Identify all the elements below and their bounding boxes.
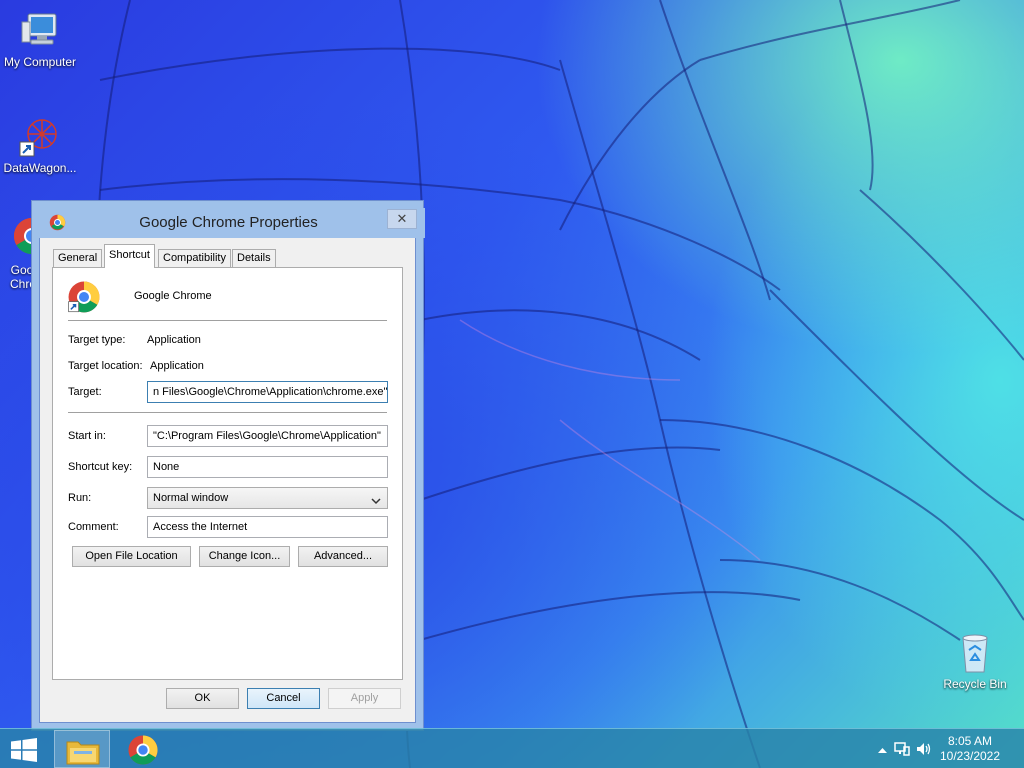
chrome-shortcut-icon	[67, 280, 101, 314]
tab-shortcut[interactable]: Shortcut	[104, 244, 155, 268]
dialog-title-bar[interactable]: Google Chrome Properties ✕	[32, 208, 425, 238]
target-input[interactable]: n Files\Google\Chrome\Application\chrome…	[147, 381, 388, 403]
shortcut-tab-pane: Google Chrome Target type: Application T…	[52, 267, 403, 680]
run-select[interactable]: Normal window	[147, 487, 388, 509]
target-type-value: Application	[147, 334, 201, 346]
target-location-label: Target location:	[68, 360, 143, 372]
open-file-location-button[interactable]: Open File Location	[72, 546, 191, 567]
change-icon-button[interactable]: Change Icon...	[199, 546, 290, 567]
tab-general[interactable]: General	[53, 249, 103, 267]
taskbar-file-explorer[interactable]	[54, 730, 110, 768]
shortcut-key-input[interactable]: None	[147, 456, 388, 478]
computer-icon	[18, 8, 62, 52]
tab-details[interactable]: Details	[232, 249, 276, 267]
desktop-icon-my-computer[interactable]: My Computer	[0, 8, 80, 69]
desktop-icon-datawagon[interactable]: DataWagon...	[0, 114, 80, 175]
start-in-label: Start in:	[68, 430, 106, 442]
properties-dialog: Google Chrome Properties ✕ General Short…	[32, 208, 425, 723]
close-icon: ✕	[396, 211, 408, 226]
show-hidden-icons-icon[interactable]	[878, 745, 887, 757]
target-label: Target:	[68, 386, 102, 398]
close-button[interactable]: ✕	[387, 209, 417, 229]
dialog-title: Google Chrome Properties	[139, 214, 318, 231]
folder-icon	[66, 737, 100, 768]
clock[interactable]: 8:05 AM 10/23/2022	[930, 734, 1010, 764]
taskbar-chrome[interactable]	[115, 730, 171, 768]
start-in-input[interactable]: "C:\Program Files\Google\Chrome\Applicat…	[147, 425, 388, 447]
comment-input[interactable]: Access the Internet	[147, 516, 388, 538]
tab-compatibility[interactable]: Compatibility	[158, 249, 231, 267]
ok-button[interactable]: OK	[166, 688, 239, 709]
desktop-icon-label: DataWagon...	[3, 161, 77, 175]
system-tray: 8:05 AM 10/23/2022	[864, 729, 1024, 768]
start-button[interactable]	[10, 738, 38, 762]
cancel-button[interactable]: Cancel	[247, 688, 320, 709]
separator	[68, 320, 387, 321]
apply-button[interactable]: Apply	[328, 688, 401, 709]
advanced-button[interactable]: Advanced...	[298, 546, 388, 567]
target-type-label: Target type:	[68, 334, 126, 346]
datawagon-icon	[18, 114, 62, 158]
clock-date: 10/23/2022	[939, 749, 1001, 763]
app-name: Google Chrome	[134, 290, 212, 302]
shortcut-key-label: Shortcut key:	[68, 461, 133, 473]
taskbar: 8:05 AM 10/23/2022	[0, 728, 1024, 768]
chrome-icon	[127, 734, 159, 768]
separator	[68, 412, 387, 413]
chevron-down-icon	[371, 493, 381, 505]
clock-time: 8:05 AM	[947, 734, 993, 748]
comment-label: Comment:	[68, 521, 119, 533]
desktop-icon-recycle-bin[interactable]: Recycle Bin	[935, 630, 1015, 691]
run-label: Run:	[68, 492, 92, 504]
desktop-icon-label: My Computer	[3, 55, 77, 69]
desktop-icon-label: Recycle Bin	[943, 677, 1007, 691]
windows-logo-icon	[10, 738, 38, 765]
recycle-bin-icon	[953, 630, 997, 674]
target-location-value: Application	[150, 360, 204, 372]
network-icon[interactable]	[894, 741, 910, 760]
